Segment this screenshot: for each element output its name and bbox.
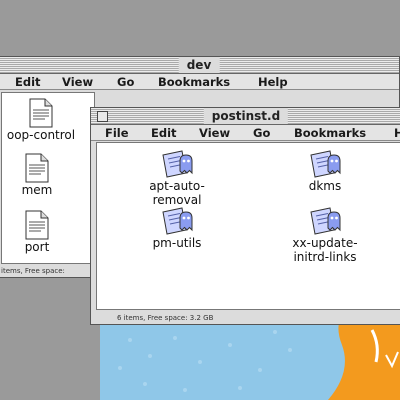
file-label: xx-update- initrd-links (292, 236, 358, 264)
file-item[interactable]: xx-update- initrd-links (265, 206, 385, 264)
postinst-status-bar: 6 items, Free space: 3.2 GB (117, 314, 214, 322)
file-label: port (24, 240, 50, 254)
script-document-icon (162, 207, 193, 235)
text-document-icon (25, 153, 49, 183)
file-item[interactable]: apt-auto- removal (117, 149, 237, 207)
postinst-window-menubar: File Edit View Go Bookmarks H (91, 125, 400, 141)
menu-view[interactable]: View (199, 125, 230, 141)
text-document-icon (29, 98, 53, 128)
postinst-window[interactable]: postinst.d File Edit View Go Bookmarks H… (90, 107, 400, 325)
menu-go[interactable]: Go (253, 125, 270, 141)
menu-edit[interactable]: Edit (151, 125, 177, 141)
menu-edit[interactable]: Edit (15, 74, 41, 90)
menu-file[interactable]: File (105, 125, 129, 141)
file-item[interactable]: dkms (265, 149, 385, 193)
postinst-file-area: apt-auto- removal dkms pm-utils xx-updat… (96, 142, 400, 310)
dev-window-menubar: Edit View Go Bookmarks Help (0, 74, 399, 90)
menu-go[interactable]: Go (117, 74, 134, 90)
file-label: apt-auto- removal (149, 179, 205, 207)
menu-help[interactable]: Help (258, 74, 288, 90)
dev-window-titlebar[interactable]: dev (0, 57, 399, 74)
menu-bookmarks[interactable]: Bookmarks (294, 125, 366, 141)
menu-bookmarks[interactable]: Bookmarks (158, 74, 230, 90)
file-label: pm-utils (152, 236, 202, 250)
script-document-icon (162, 150, 193, 178)
menu-help[interactable]: H (394, 125, 400, 141)
text-document-icon (25, 210, 49, 240)
menu-view[interactable]: View (62, 74, 93, 90)
file-label: dkms (308, 179, 342, 193)
postinst-window-titlebar[interactable]: postinst.d (91, 108, 400, 125)
close-box-icon[interactable] (97, 111, 108, 122)
dev-status-bar: items, Free space: (1, 267, 65, 275)
dev-file-area: oop-control mem port (1, 92, 95, 264)
dev-window-title: dev (178, 57, 220, 73)
file-item[interactable]: pm-utils (117, 206, 237, 250)
script-document-icon (310, 207, 341, 235)
script-document-icon (310, 150, 341, 178)
file-item[interactable]: oop-control (0, 98, 86, 142)
file-item[interactable]: port (0, 210, 82, 254)
file-label: oop-control (6, 128, 76, 142)
postinst-window-title: postinst.d (203, 108, 289, 124)
file-item[interactable]: mem (0, 153, 82, 197)
file-label: mem (21, 183, 53, 197)
